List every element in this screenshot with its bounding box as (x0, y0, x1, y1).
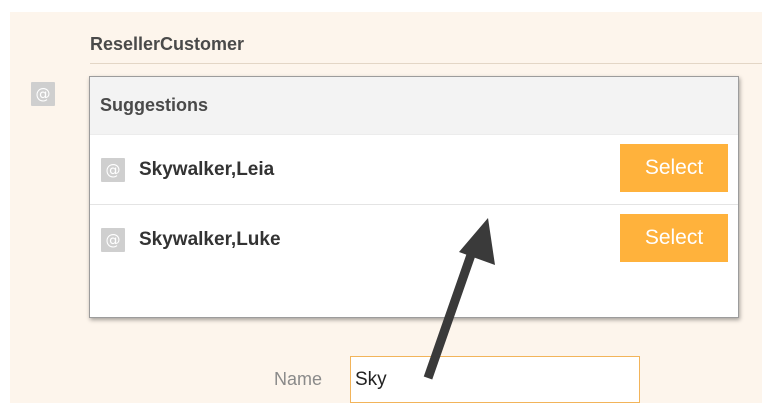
section-title: ResellerCustomer (90, 34, 245, 54)
at-icon: @ (101, 157, 125, 182)
name-label: Name (274, 369, 323, 389)
select-button-leia[interactable]: Select (620, 144, 728, 192)
suggestion-label: Skywalker,Leia (139, 158, 275, 180)
at-icon: @ (31, 82, 55, 106)
name-input[interactable] (350, 356, 640, 403)
suggestions-header: Suggestions (90, 77, 738, 135)
select-button-luke[interactable]: Select (620, 214, 728, 262)
suggestions-popup: Suggestions @ Skywalker,Leia Select @ Sk… (89, 76, 739, 318)
section-divider (90, 63, 762, 64)
at-icon: @ (101, 228, 125, 252)
suggestion-label: Skywalker,Luke (139, 229, 281, 250)
suggestion-row-leia[interactable]: @ Skywalker,Leia Select (90, 135, 738, 205)
suggestion-row-luke[interactable]: @ Skywalker,Luke Select (90, 205, 738, 275)
